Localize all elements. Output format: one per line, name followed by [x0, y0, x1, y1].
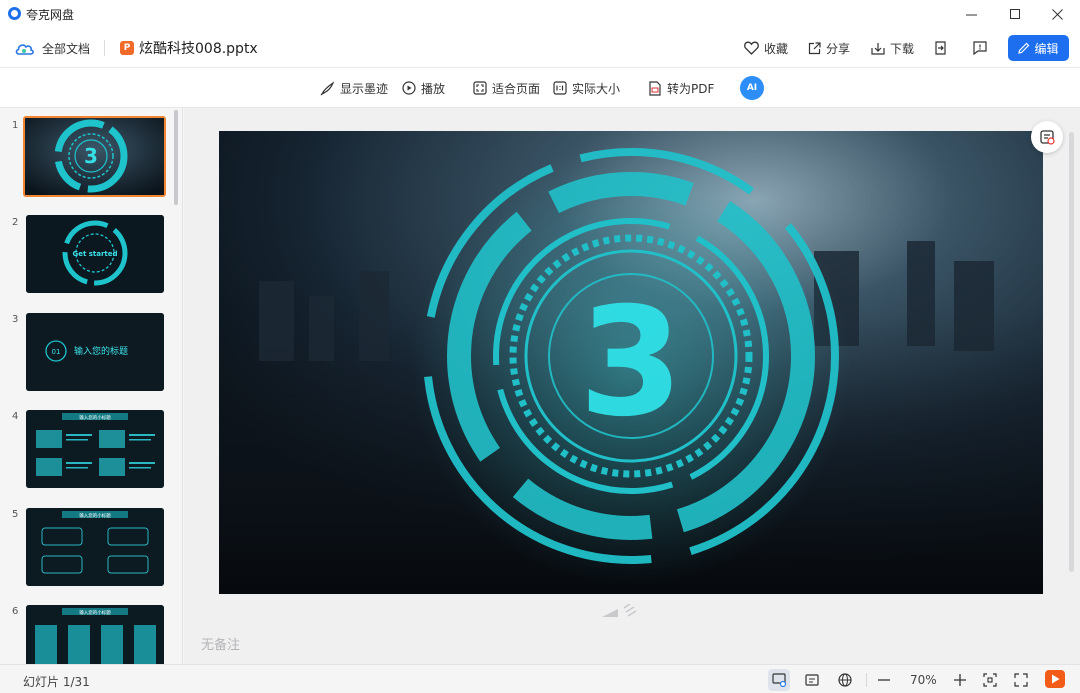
- notes-resize-handle[interactable]: [600, 603, 640, 621]
- maximize-button[interactable]: [992, 0, 1038, 28]
- thumb-number: 3: [12, 314, 19, 325]
- thumbnail-slide-2[interactable]: Get started: [26, 215, 164, 293]
- actual-size-icon: [553, 81, 567, 95]
- thumb-4-title: 输入您的小标题: [79, 414, 111, 421]
- to-pdf-label: 转为PDF: [667, 81, 715, 96]
- all-docs-link[interactable]: 全部文档: [15, 28, 90, 68]
- favorite-label: 收藏: [764, 41, 789, 56]
- thumb-5-title: 输入您的小标题: [79, 512, 111, 519]
- download-icon: [871, 42, 885, 55]
- export-icon: [935, 41, 946, 55]
- zoom-in-button[interactable]: [949, 669, 971, 691]
- current-slide: 3: [219, 131, 1043, 594]
- thumb-2-text: Get started: [72, 250, 117, 258]
- thumb-number: 1: [12, 120, 19, 131]
- notes-view-button[interactable]: [801, 669, 823, 691]
- globe-icon: [838, 673, 852, 687]
- note-panel-icon: [1040, 130, 1055, 145]
- actual-size-label: 实际大小: [572, 81, 621, 96]
- pen-icon: [320, 80, 335, 95]
- minimize-icon: [965, 14, 977, 15]
- play-icon: [1051, 674, 1059, 684]
- fit-page-label: 适合页面: [492, 81, 541, 96]
- to-pdf-button[interactable]: 转为PDF: [648, 68, 714, 108]
- cloud-icon: [15, 43, 34, 55]
- actual-size-button[interactable]: 实际大小: [553, 68, 620, 108]
- title-bar: 夸克网盘: [0, 0, 1080, 28]
- thumb-number: 5: [12, 509, 19, 520]
- app-title: 夸克网盘: [26, 8, 75, 22]
- fit-window-button[interactable]: [979, 669, 1001, 691]
- breadcrumb-divider: [104, 40, 105, 56]
- document-title: P 炫酷科技008.pptx: [120, 28, 258, 68]
- close-icon: [1051, 8, 1063, 20]
- zoom-in-icon: [954, 674, 966, 686]
- thumbnail-scrollbar[interactable]: [174, 110, 178, 205]
- fit-page-button[interactable]: 适合页面: [473, 68, 540, 108]
- play-icon: [402, 81, 416, 95]
- heart-icon: [744, 41, 759, 55]
- pencil-icon: [1018, 42, 1030, 54]
- slideshow-play-button[interactable]: [1045, 670, 1065, 688]
- share-label: 分享: [826, 41, 851, 56]
- feedback-button[interactable]: [973, 28, 987, 68]
- feedback-icon: [973, 41, 987, 55]
- document-header: 全部文档 P 炫酷科技008.pptx 收藏 分享 下载 编辑: [0, 28, 1080, 68]
- thumbnail-panel: 1 3 2 Get started 3 01 输入您的标题 4 输入您的小标题 …: [0, 108, 183, 664]
- slide-view-icon: [771, 673, 786, 687]
- download-button[interactable]: 下载: [871, 28, 914, 68]
- zoom-out-icon: [878, 679, 890, 681]
- pdf-icon: [649, 80, 661, 96]
- fit-window-icon: [983, 673, 997, 687]
- zoom-level: 70%: [910, 673, 937, 687]
- edit-label: 编辑: [1034, 41, 1059, 56]
- thumb-number: 2: [12, 217, 19, 228]
- download-label: 下载: [890, 41, 915, 56]
- thumb-3-num: 01: [52, 348, 61, 356]
- web-view-button[interactable]: [834, 669, 856, 691]
- view-toolbar: 显示墨迹 播放 适合页面 实际大小 转为PDF: [0, 68, 1080, 108]
- minimize-button[interactable]: [948, 0, 994, 28]
- document-name: 炫酷科技008.pptx: [139, 41, 258, 57]
- slide-counter: 幻灯片 1/31: [23, 675, 90, 689]
- fullscreen-icon: [1014, 673, 1028, 687]
- thumbnail-slide-5[interactable]: 输入您的小标题: [26, 508, 164, 586]
- thumb-number: 6: [12, 606, 19, 617]
- thumbnail-slide-3[interactable]: 01 输入您的标题: [26, 313, 164, 391]
- slide-tool-button[interactable]: [1031, 121, 1063, 153]
- ai-assistant-button[interactable]: AI: [740, 76, 764, 100]
- share-icon: [808, 41, 821, 54]
- notes-placeholder[interactable]: 无备注: [201, 634, 240, 653]
- app-logo-icon: [8, 7, 21, 20]
- all-docs-label: 全部文档: [42, 41, 91, 56]
- thumbnail-slide-6[interactable]: 输入您的小标题: [26, 605, 164, 664]
- notes-icon: [805, 674, 819, 686]
- show-ink-button[interactable]: 显示墨迹: [320, 68, 388, 108]
- pptx-file-icon: P: [120, 41, 134, 55]
- fullscreen-button[interactable]: [1010, 669, 1032, 691]
- close-button[interactable]: [1034, 0, 1080, 28]
- share-button[interactable]: 分享: [808, 28, 850, 68]
- play-label: 播放: [421, 81, 446, 96]
- thumb-number: 4: [12, 411, 19, 422]
- thumb-1-number: 3: [84, 144, 98, 168]
- show-ink-label: 显示墨迹: [340, 81, 389, 96]
- thumb-3-text: 输入您的标题: [74, 345, 128, 357]
- maximize-icon: [1010, 9, 1020, 19]
- zoom-out-button[interactable]: [873, 669, 895, 691]
- fit-icon: [473, 81, 487, 95]
- favorite-button[interactable]: 收藏: [744, 28, 788, 68]
- statusbar-divider: [866, 673, 867, 687]
- play-button[interactable]: 播放: [402, 68, 445, 108]
- thumbnail-slide-4[interactable]: 输入您的小标题: [26, 410, 164, 488]
- slide-big-number: 3: [579, 276, 683, 450]
- edit-button[interactable]: 编辑: [1008, 35, 1069, 61]
- export-button[interactable]: [934, 28, 947, 68]
- viewer-scrollbar[interactable]: [1069, 132, 1074, 572]
- thumbnail-slide-1[interactable]: 3: [23, 116, 166, 197]
- status-bar: 幻灯片 1/31 70%: [0, 664, 1080, 693]
- thumb-6-title: 输入您的小标题: [79, 609, 111, 616]
- normal-view-button[interactable]: [768, 669, 790, 691]
